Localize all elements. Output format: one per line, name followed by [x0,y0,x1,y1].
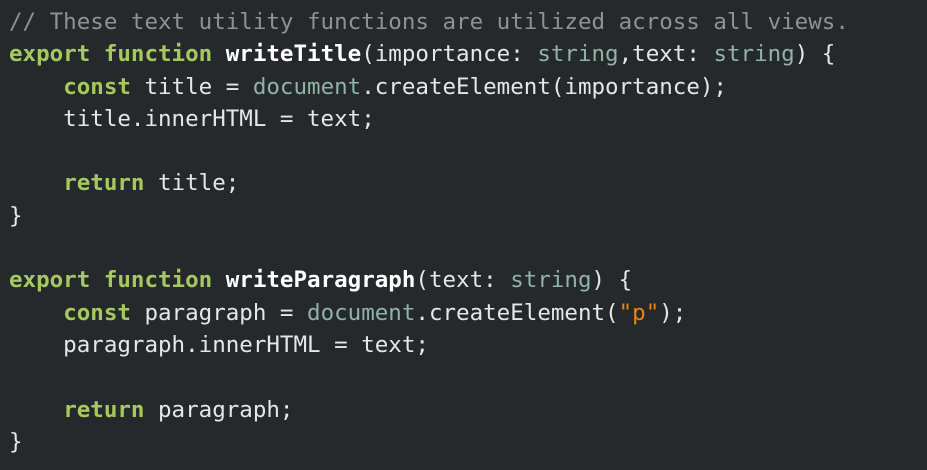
code-line: const paragraph = document.createElement… [9,297,927,329]
code-token-type: string [510,267,592,294]
code-token-plain: (text: [415,267,511,294]
code-token-funcname: writeTitle [225,41,362,68]
code-token-keyword: const [63,73,131,100]
code-token-plain: title.innerHTML = text; [9,105,375,132]
code-token-plain: paragraph; [144,396,294,423]
code-line: // These text utility functions are util… [9,6,927,38]
code-token-comment: // These text utility functions are util… [9,9,849,35]
code-line: export function writeTitle(importance: s… [9,38,927,70]
code-token-plain: .createElement(importance); [361,73,727,100]
code-token-keyword: export [9,267,91,294]
code-token-keyword: function [103,41,213,68]
code-token-type: string [713,41,795,68]
code-token-plain: (importance: [361,41,538,68]
code-editor[interactable]: // These text utility functions are util… [0,0,927,470]
code-token-plain: ) { [591,267,633,294]
code-line: title.innerHTML = text; [9,103,927,135]
code-token-plain: paragraph.innerHTML = text; [9,331,429,358]
code-token-keyword: return [63,170,145,197]
code-token-plain: title = [130,73,253,100]
code-token-keyword: const [63,299,131,326]
code-token-keyword: export [9,41,91,68]
code-line: export function writeParagraph(text: str… [9,264,927,296]
code-line: } [9,200,927,232]
code-token-builtin: document [307,299,416,326]
code-token-plain: ) { [794,41,836,68]
code-token-plain: } [9,428,23,455]
code-line: } [9,426,927,458]
code-token-plain: .createElement( [415,299,619,326]
code-token-plain: paragraph = [130,299,308,326]
code-token-plain: ); [659,299,687,326]
code-token-funcname: writeParagraph [225,267,416,294]
code-token-keyword: return [63,396,145,423]
code-line: return paragraph; [9,394,927,426]
code-token-builtin: document [252,73,362,100]
code-token-string: "p" [618,299,660,326]
code-block: // These text utility functions are util… [9,6,927,458]
code-token-plain: ,text: [618,41,714,68]
code-token-type: string [537,41,619,68]
code-line: const title = document.createElement(imp… [9,71,927,103]
code-line: return title; [9,167,927,199]
code-line: paragraph.innerHTML = text; [9,329,927,361]
code-token-plain: } [9,202,23,229]
code-token-plain: title; [144,170,240,197]
code-token-keyword: function [103,267,213,294]
